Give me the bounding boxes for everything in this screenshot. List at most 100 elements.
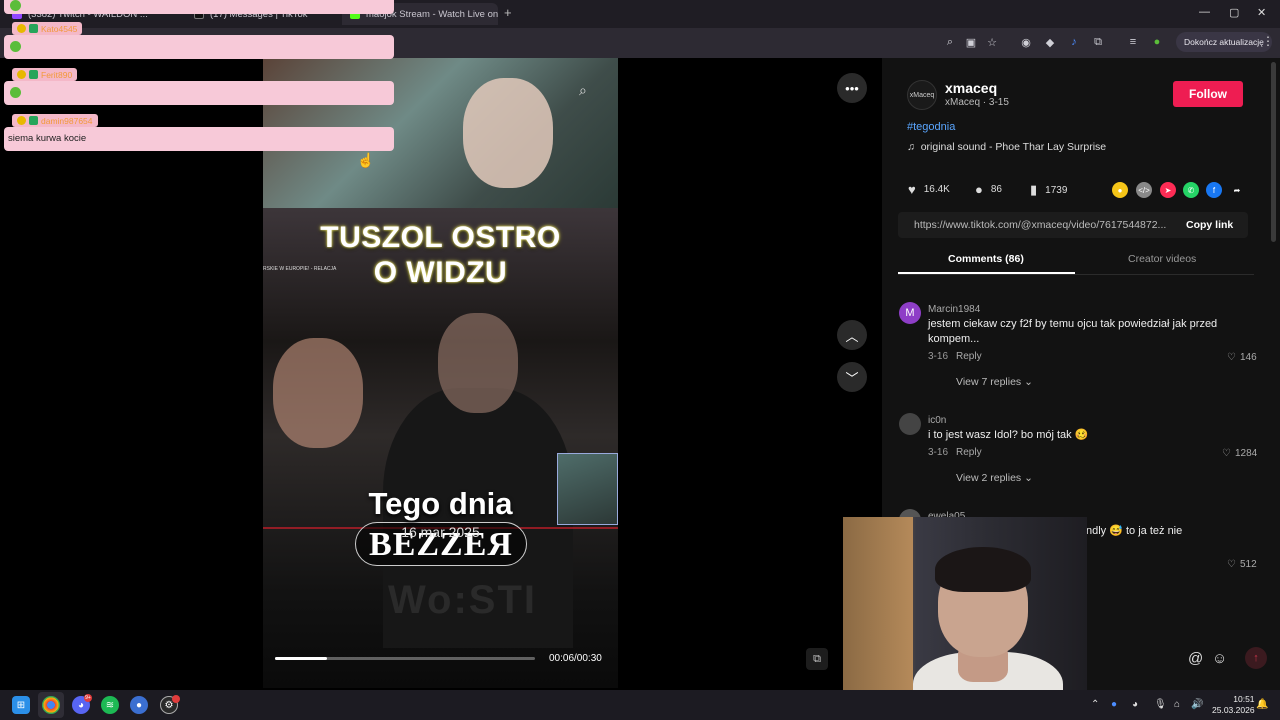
chat-badge-icon xyxy=(10,87,21,98)
comment-like[interactable]: ♡ 146 xyxy=(1227,352,1257,363)
comment-like[interactable]: ♡ 1284 xyxy=(1222,448,1257,459)
reading-list-icon[interactable]: ≡ xyxy=(1126,35,1140,49)
network-icon[interactable]: ⌂ xyxy=(1174,699,1180,710)
video-person-face xyxy=(463,78,553,188)
update-button[interactable]: Dokończ aktualizację xyxy=(1176,32,1272,52)
extension-diamond-icon[interactable]: ◆ xyxy=(1043,35,1057,49)
microphone-icon[interactable]: 🎙 xyxy=(1154,699,1167,710)
save-count: 1739 xyxy=(1045,184,1068,196)
share-coin-icon[interactable]: ● xyxy=(1112,182,1128,198)
profile-icon[interactable]: ● xyxy=(1150,35,1164,49)
comment-text: ndly 😅 to ja też nie xyxy=(1086,525,1183,537)
tab-comments[interactable]: Comments (86) xyxy=(948,253,1024,265)
video-time: 00:06/00:30 xyxy=(549,653,602,664)
music-title: original sound - Phoe Thar Lay Surprise xyxy=(920,141,1107,153)
send-comment-button[interactable]: ↑ xyxy=(1245,647,1267,669)
save-stat[interactable]: ▮ 1739 xyxy=(1030,182,1067,198)
comment-text: jestem ciekaw czy f2f by temu ojcu tak p… xyxy=(928,318,1218,345)
extension-sound-icon[interactable]: ♪ xyxy=(1067,35,1081,49)
new-tab-button[interactable]: + xyxy=(504,5,512,20)
view-replies-button[interactable]: View 7 replies ⌄ xyxy=(956,376,1033,388)
clock-date: 25.03.2026 xyxy=(1212,705,1255,715)
emoji-icon[interactable]: ☺ xyxy=(1212,650,1227,667)
creator-subname: xMaceq · 3-15 xyxy=(945,97,1009,108)
chrome-icon[interactable] xyxy=(42,696,60,714)
view-replies-button[interactable]: View 2 replies ⌄ xyxy=(956,472,1033,484)
scrollbar[interactable] xyxy=(1271,62,1276,242)
tab-creator-videos[interactable]: Creator videos xyxy=(1128,253,1196,265)
comment-like-count: 512 xyxy=(1239,559,1257,570)
badge-icon xyxy=(17,116,26,125)
comment-text: i to jest wasz Idol? bo mój tak 🥴 xyxy=(928,429,1089,441)
mention-icon[interactable]: @ xyxy=(1188,650,1203,667)
share-arrow-icon[interactable]: ➦ xyxy=(1229,182,1245,198)
browser-menu-icon[interactable]: ⋮ xyxy=(1262,34,1274,48)
creator-username[interactable]: xmaceq xyxy=(945,80,997,96)
comment-date: 3-16 xyxy=(928,351,949,362)
windows-start-icon[interactable]: ⊞ xyxy=(12,696,30,714)
chat-badge-icon xyxy=(10,0,21,11)
tray-chevron-icon[interactable]: ⌃ xyxy=(1091,699,1099,710)
copy-link-button[interactable]: Copy link xyxy=(1186,219,1233,231)
hashtag-link[interactable]: #tegodnia xyxy=(907,121,955,133)
notification-dot xyxy=(172,695,180,703)
view-replies-label: View 2 replies xyxy=(956,472,1022,484)
spotify-icon[interactable]: ≋ xyxy=(101,696,119,714)
music-note-icon: ♫ xyxy=(907,141,915,153)
video-title-line2: O WIDZU xyxy=(373,256,508,289)
system-clock[interactable]: 10:51 25.03.2026 xyxy=(1212,694,1255,716)
close-window-button[interactable]: ✕ xyxy=(1257,6,1266,19)
reply-button[interactable]: Reply xyxy=(956,447,982,458)
tray-discord-icon[interactable]: ◕ xyxy=(1132,699,1138,710)
video-person-left xyxy=(273,338,363,448)
music-info[interactable]: ♫ original sound - Phoe Thar Lay Surpris… xyxy=(907,141,1106,153)
comment-username[interactable]: ic0n xyxy=(928,415,946,426)
app-icon[interactable]: ● xyxy=(130,696,148,714)
tray-app-icon[interactable]: ● xyxy=(1111,699,1117,710)
bookmark-star-icon[interactable]: ☆ xyxy=(985,35,999,49)
video-source-label: RSKIE W EUROPIE! - RELACJA xyxy=(263,266,337,272)
comment-avatar[interactable]: M xyxy=(899,302,921,324)
chevron-down-icon[interactable]: ﹀ xyxy=(837,362,867,392)
maximize-button[interactable]: ▢ xyxy=(1229,6,1239,19)
chat-username: damin987654 xyxy=(12,114,98,127)
extensions-puzzle-icon[interactable]: ⧉ xyxy=(1091,35,1105,49)
bookmark-icon: ▮ xyxy=(1030,182,1038,197)
extension-icon[interactable]: ◉ xyxy=(1019,35,1033,49)
creator-avatar[interactable]: xMaceq xyxy=(907,80,937,110)
chevron-up-icon[interactable]: ︿ xyxy=(837,320,867,350)
chat-badge-icon xyxy=(10,41,21,52)
comment-like-count: 1284 xyxy=(1234,448,1258,459)
picture-in-picture-icon[interactable]: ⧉ xyxy=(806,648,828,670)
clock-time: 10:51 xyxy=(1233,694,1255,704)
heart-outline-icon: ♡ xyxy=(1227,559,1236,570)
facebook-icon[interactable]: f xyxy=(1206,182,1222,198)
volume-icon[interactable]: 🔊 xyxy=(1191,699,1203,710)
video-url: https://www.tiktok.com/@xmaceq/video/761… xyxy=(914,219,1167,231)
badge-icon xyxy=(29,24,38,33)
heart-icon: ♥ xyxy=(908,182,916,197)
reply-button[interactable]: Reply xyxy=(956,351,982,362)
zoom-icon[interactable]: ⌕ xyxy=(943,35,957,49)
chat-username: Ferit890 xyxy=(12,68,78,81)
cast-icon[interactable]: ▣ xyxy=(964,35,978,49)
whatsapp-icon[interactable]: ✆ xyxy=(1183,182,1199,198)
video-player[interactable]: TUSZOL OSTRO O WIDZU RSKIE W EUROPIE! - … xyxy=(263,58,618,688)
comment-like[interactable]: ♡ 512 xyxy=(1227,559,1257,570)
comment-icon: ● xyxy=(975,182,983,197)
search-icon[interactable]: ⌕ xyxy=(579,82,587,99)
embed-icon[interactable]: </> xyxy=(1136,182,1152,198)
comment-count: 86 xyxy=(990,184,1002,195)
minimize-button[interactable]: — xyxy=(1199,6,1210,18)
notifications-bell-icon[interactable]: 🔔 xyxy=(1256,699,1268,710)
like-stat[interactable]: ♥ 16.4K xyxy=(908,182,950,197)
more-icon[interactable]: ••• xyxy=(837,73,867,103)
follow-button[interactable]: Follow xyxy=(1173,81,1243,107)
comment-username[interactable]: Marcin1984 xyxy=(928,304,980,315)
video-date: 16 mar 2025 xyxy=(401,524,480,540)
comment-stat[interactable]: ● 86 xyxy=(975,182,1002,197)
video-progress-bar[interactable] xyxy=(275,657,535,660)
send-icon[interactable]: ➤ xyxy=(1160,182,1176,198)
comment-like-count: 146 xyxy=(1239,352,1257,363)
comment-avatar[interactable] xyxy=(899,413,921,435)
